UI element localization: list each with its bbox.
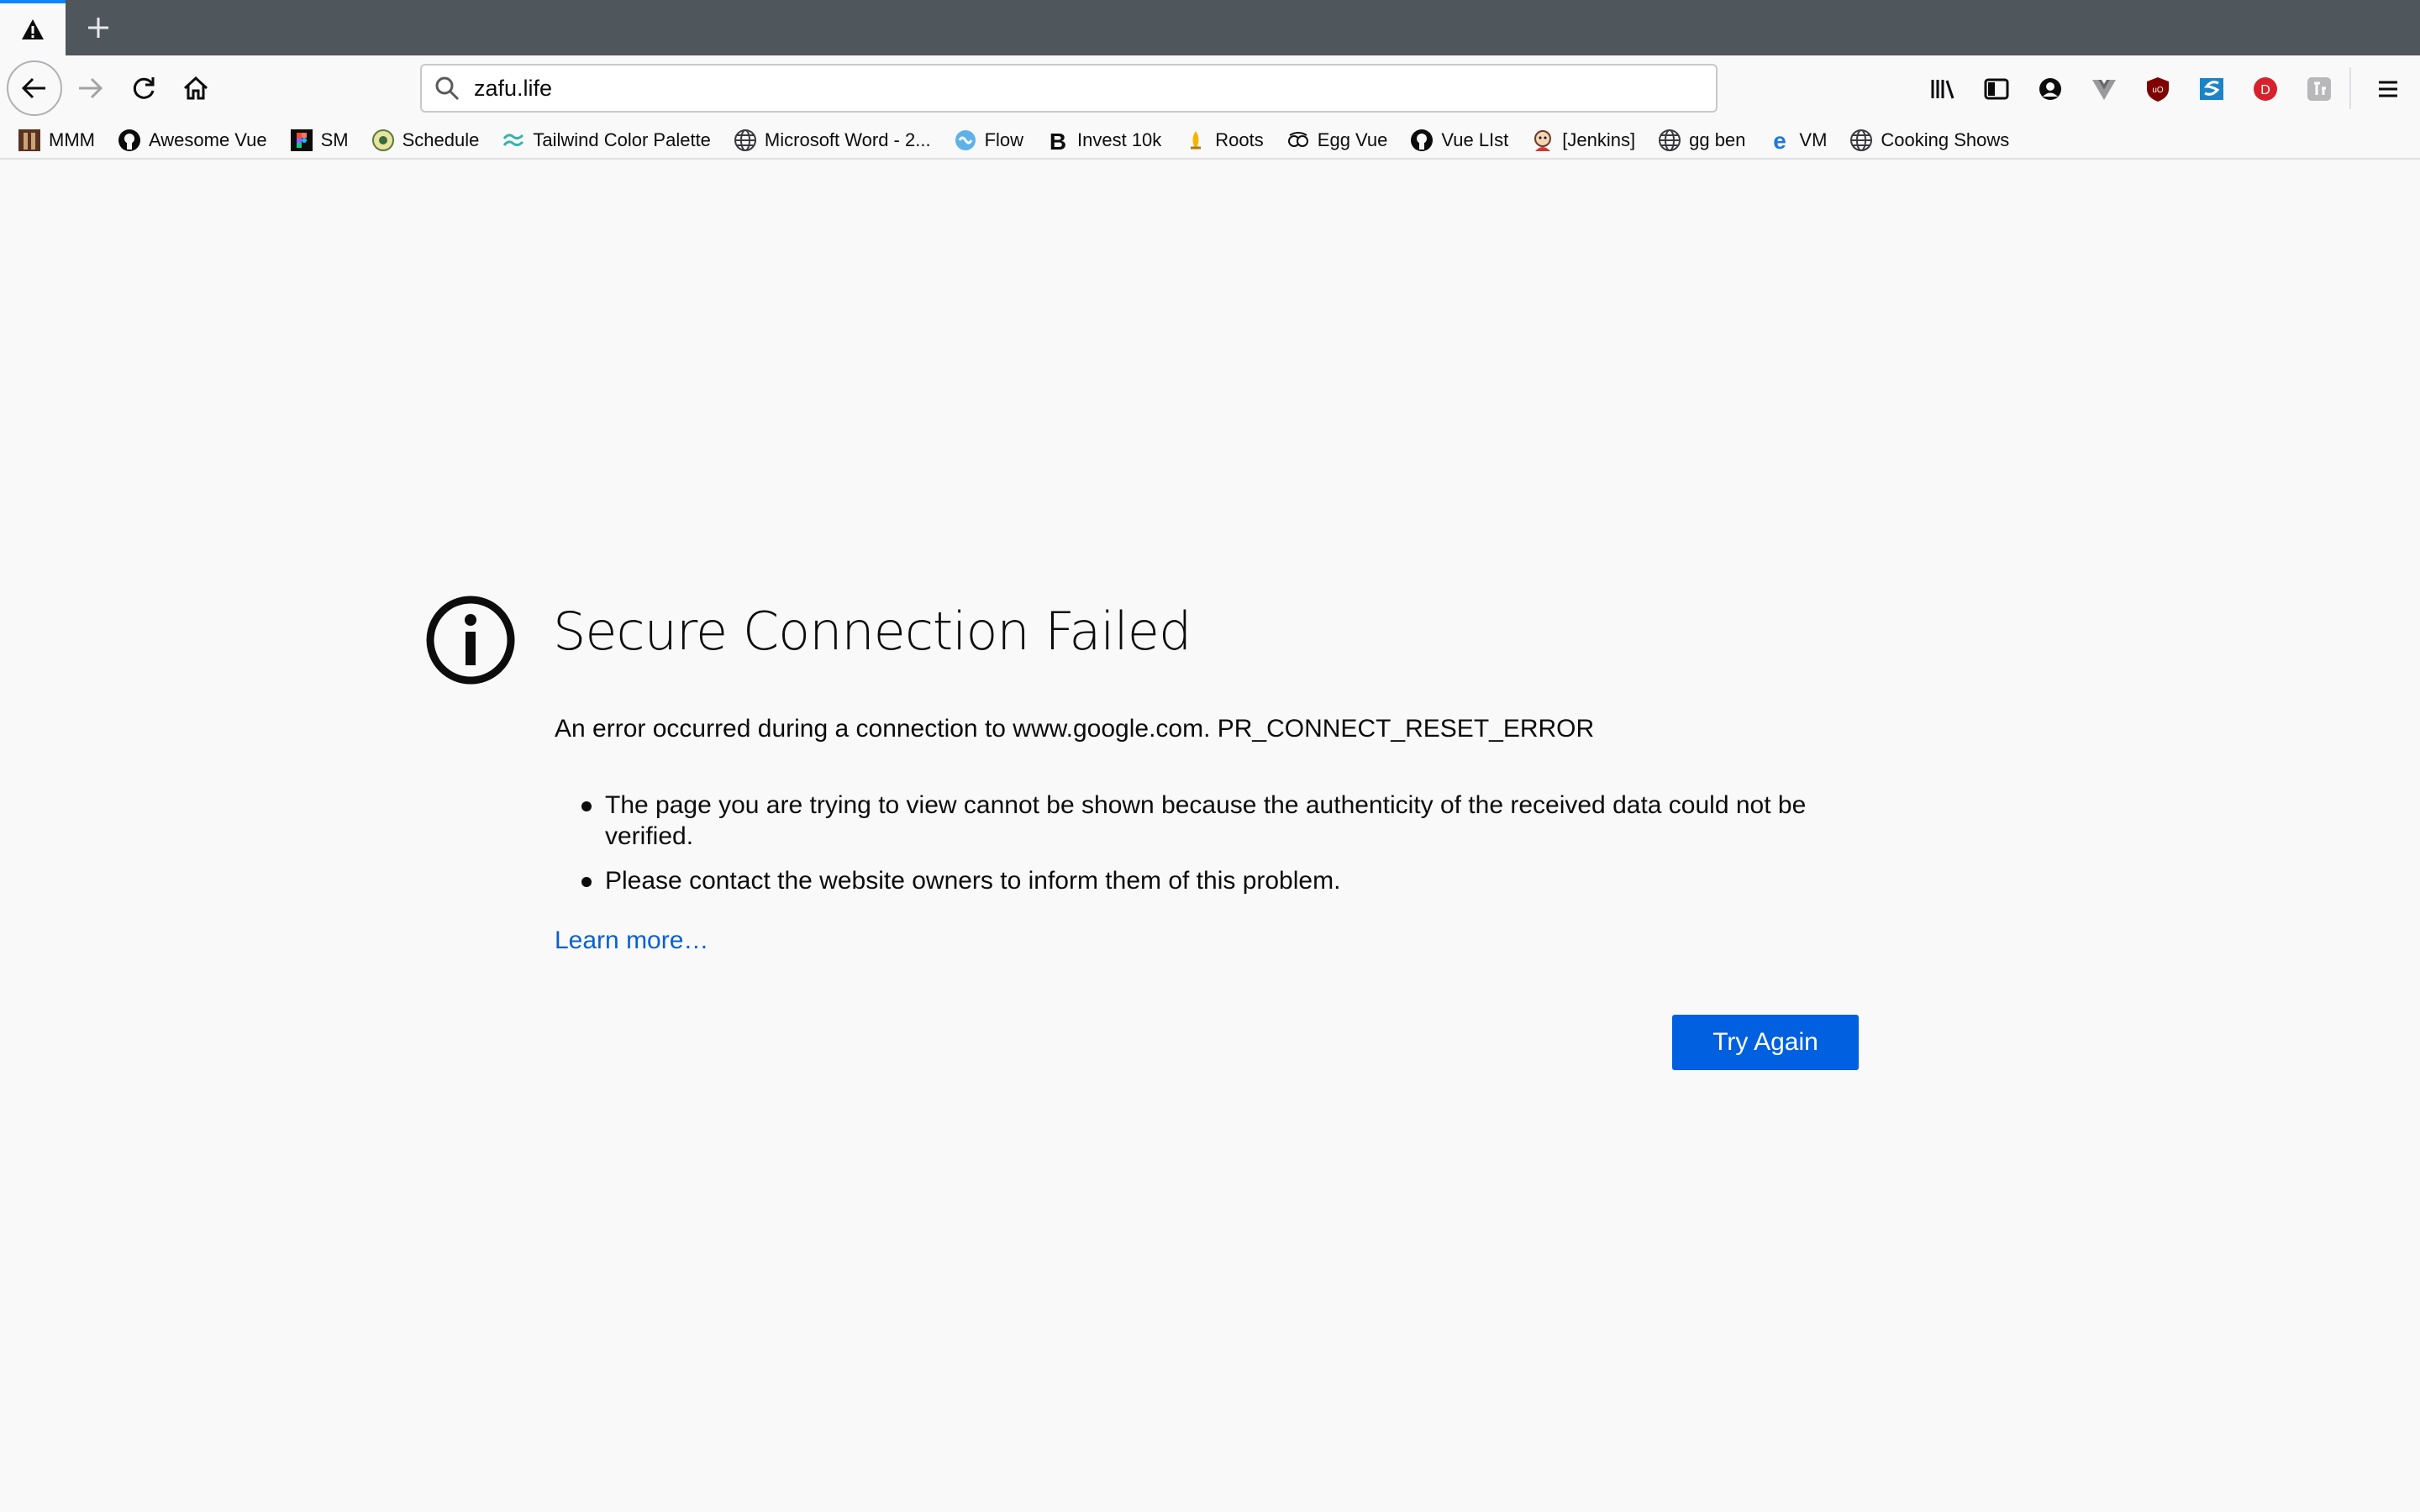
bookmark-label: Schedule	[402, 129, 480, 150]
bookmark-awesome-vue[interactable]: Awesome Vue	[117, 128, 267, 153]
toolbar-separator	[2349, 67, 2351, 109]
stylus-button[interactable]	[2188, 66, 2235, 113]
error-details-list: The page you are trying to view cannot b…	[555, 790, 1865, 910]
ublock-shield-icon: uO	[2147, 77, 2169, 102]
egg-icon	[1286, 128, 1311, 153]
dashlane-button[interactable]: D	[2242, 66, 2289, 113]
svg-text:uO: uO	[2152, 86, 2164, 95]
new-tab-button[interactable]	[79, 8, 118, 47]
list-item: Please contact the website owners to inf…	[581, 865, 1865, 896]
back-button[interactable]	[7, 60, 62, 116]
info-icon	[426, 596, 515, 685]
bookmark-invest-10k[interactable]: B Invest 10k	[1045, 128, 1161, 153]
ublock-button[interactable]: uO	[2134, 66, 2181, 113]
try-again-button[interactable]: Try Again	[1672, 1015, 1859, 1070]
reload-icon	[133, 77, 155, 99]
tailwind-icon	[501, 128, 526, 153]
home-icon	[183, 76, 208, 100]
library-icon	[1931, 80, 1954, 99]
bookmark-microsoft-word[interactable]: Microsoft Word - 2...	[733, 128, 931, 153]
forward-arrow-icon	[79, 77, 103, 99]
flow-icon	[953, 128, 978, 153]
list-item: The page you are trying to view cannot b…	[581, 790, 1865, 852]
hamburger-menu-icon	[2379, 81, 2397, 97]
roots-icon	[1183, 128, 1208, 153]
bookmark-vue-list[interactable]: Vue LIst	[1409, 128, 1508, 153]
bookmark-cooking-shows[interactable]: Cooking Shows	[1849, 128, 2009, 153]
svg-text:D: D	[2260, 83, 2270, 97]
globe-icon	[1657, 128, 1682, 153]
edge-icon: e	[1767, 128, 1792, 153]
svg-text:e: e	[1774, 128, 1787, 153]
mmm-favicon	[17, 128, 42, 153]
tab-strip	[0, 0, 2420, 55]
vue-devtools-button[interactable]	[2081, 66, 2128, 113]
sidebar-icon	[1984, 78, 2009, 100]
b-icon: B	[1045, 128, 1071, 153]
bookmark-gg-ben[interactable]: gg ben	[1657, 128, 1745, 153]
bookmark-vm[interactable]: e VM	[1767, 128, 1828, 153]
bookmark-label: MMM	[49, 129, 95, 150]
bookmark-label: Vue LIst	[1441, 129, 1509, 150]
tab-active[interactable]	[0, 0, 66, 55]
bookmark-label: [Jenkins]	[1562, 129, 1636, 150]
bookmark-label: Tailwind Color Palette	[533, 129, 711, 150]
vue-icon	[2092, 80, 2116, 100]
bookmark-sm[interactable]: SM	[289, 128, 349, 153]
address-bar[interactable]	[420, 64, 1718, 113]
menu-button[interactable]	[2365, 66, 2412, 113]
bookmark-jenkins[interactable]: [Jenkins]	[1530, 128, 1635, 153]
library-button[interactable]	[1919, 66, 1966, 113]
bookmark-label: Awesome Vue	[148, 129, 267, 150]
bookmark-roots[interactable]: Roots	[1183, 128, 1264, 153]
schedule-favicon	[371, 128, 396, 153]
account-icon	[2039, 78, 2061, 100]
bookmark-label: Invest 10k	[1077, 129, 1162, 150]
plus-icon	[88, 18, 108, 38]
bookmarks-toolbar: MMM Awesome Vue SM Schedule Tailwind Col…	[0, 123, 2420, 160]
bookmark-flow[interactable]: Flow	[953, 128, 1023, 153]
bookmark-label: gg ben	[1689, 129, 1746, 150]
stylus-icon	[2200, 78, 2223, 100]
search-icon	[435, 76, 460, 101]
bookmark-label: Flow	[984, 129, 1024, 150]
sidebar-button[interactable]	[1973, 66, 2020, 113]
figma-icon	[289, 128, 314, 153]
forward-button[interactable]	[62, 60, 118, 116]
bookmark-egg-vue[interactable]: Egg Vue	[1286, 128, 1388, 153]
back-arrow-icon	[21, 77, 45, 99]
bookmark-mmm[interactable]: MMM	[17, 128, 95, 153]
bookmark-tailwind[interactable]: Tailwind Color Palette	[501, 128, 711, 153]
bookmark-label: Microsoft Word - 2...	[764, 129, 931, 150]
error-description: An error occurred during a connection to…	[555, 715, 1595, 743]
bookmark-label: Cooking Shows	[1881, 129, 2010, 150]
reload-button[interactable]	[116, 60, 171, 116]
home-button[interactable]	[168, 60, 224, 116]
svg-text:B: B	[1050, 129, 1066, 153]
github-icon	[1409, 128, 1434, 153]
page-title: Secure Connection Failed	[553, 601, 1192, 662]
bookmark-label: SM	[320, 129, 349, 150]
account-button[interactable]	[2027, 66, 2074, 113]
bookmark-label: Egg Vue	[1317, 129, 1388, 150]
dashlane-icon: D	[2254, 77, 2277, 101]
url-input[interactable]	[472, 74, 1652, 102]
bookmark-label: VM	[1799, 129, 1828, 150]
jenkins-icon	[1530, 128, 1555, 153]
bookmark-label: Roots	[1215, 129, 1264, 150]
globe-icon	[733, 128, 758, 153]
learn-more-link[interactable]: Learn more…	[555, 924, 708, 958]
bookmark-schedule[interactable]: Schedule	[371, 128, 480, 153]
extension-button[interactable]	[2296, 66, 2343, 113]
navigation-toolbar: uO D	[0, 55, 2420, 123]
globe-icon	[1849, 128, 1874, 153]
extension-icon	[2307, 77, 2331, 101]
warning-icon	[22, 19, 44, 39]
github-icon	[117, 128, 142, 153]
